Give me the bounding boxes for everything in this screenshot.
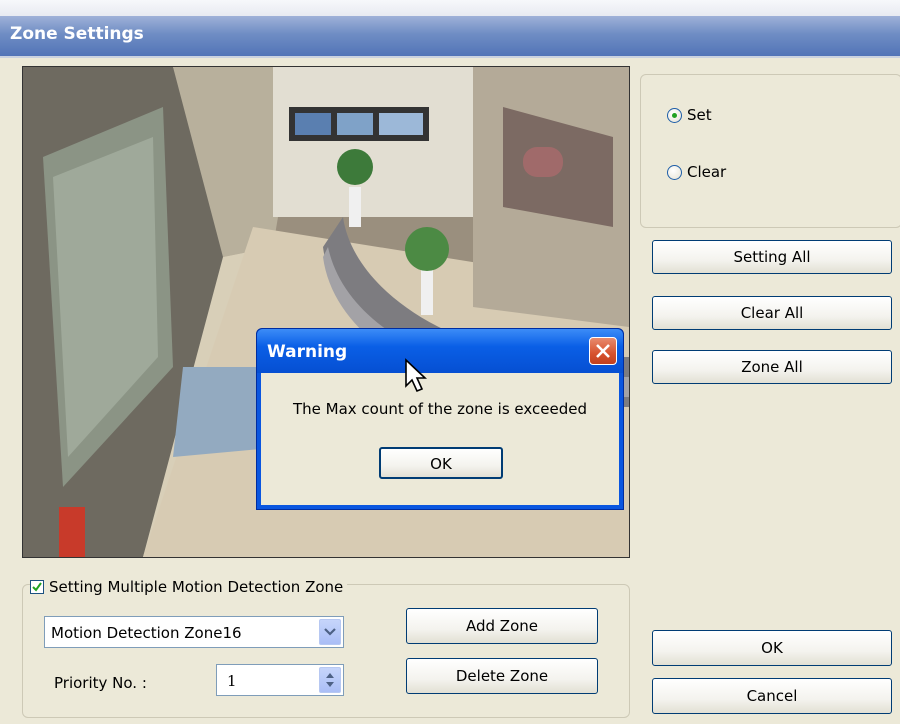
title-bar: Zone Settings [0,0,900,58]
warning-title-bar: Warning [257,329,623,373]
multi-zone-label: Setting Multiple Motion Detection Zone [49,578,344,596]
clear-radio-label: Clear [687,163,727,181]
warning-message: The Max count of the zone is exceeded [292,400,587,418]
clear-all-button[interactable]: Clear All [652,296,892,330]
cancel-button[interactable]: Cancel [652,678,892,714]
clear-radio[interactable]: Clear [667,163,726,181]
priority-label: Priority No. : [54,674,147,692]
setting-all-button[interactable]: Setting All [652,240,892,274]
add-zone-button[interactable]: Add Zone [406,608,598,644]
warning-body: The Max count of the zone is exceeded OK [261,373,619,505]
ok-button[interactable]: OK [652,630,892,666]
mouse-cursor-icon [405,358,428,393]
delete-zone-button[interactable]: Delete Zone [406,658,598,694]
spinner-arrows-icon[interactable] [319,667,341,693]
chevron-down-icon[interactable] [319,619,341,645]
set-radio-circle [667,107,682,123]
clear-radio-circle [667,164,682,180]
warning-title: Warning [267,342,348,362]
zone-select[interactable]: Motion Detection Zone16 [44,616,344,648]
zone-all-button[interactable]: Zone All [652,350,892,384]
close-icon[interactable] [589,337,617,365]
warning-dialog: Warning The Max count of the zone is exc… [256,328,624,510]
window-title: Zone Settings [10,24,144,44]
zone-settings-window: Zone Settings Set Clear Setting All Clea… [0,0,900,724]
checkbox-box [30,580,44,594]
priority-spinner[interactable]: 1 [216,664,344,696]
mode-group [640,74,900,228]
multi-zone-checkbox[interactable]: Setting Multiple Motion Detection Zone [30,578,348,596]
check-icon [32,582,42,592]
zone-select-value: Motion Detection Zone16 [51,624,242,642]
set-radio[interactable]: Set [667,106,712,124]
set-radio-label: Set [687,106,712,124]
warning-ok-button[interactable]: OK [379,447,503,479]
multi-zone-group [22,584,630,718]
priority-value: 1 [227,672,237,690]
